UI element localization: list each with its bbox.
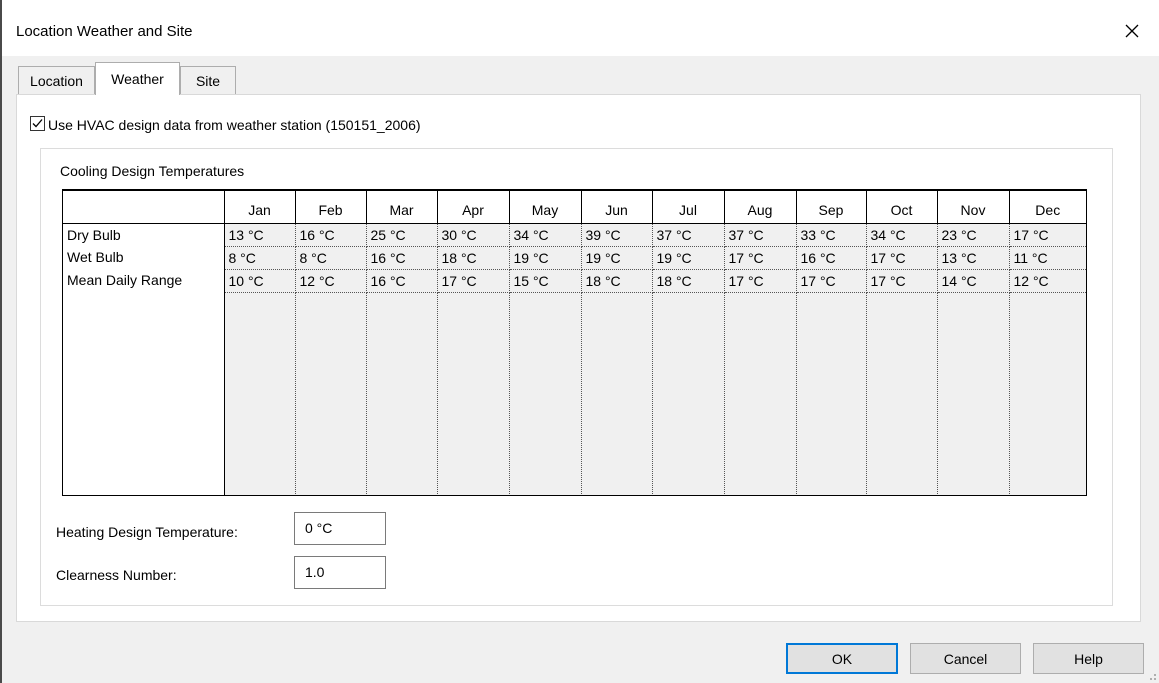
- dry-bulb-cell[interactable]: 30 °C: [437, 223, 510, 247]
- dry-bulb-cell[interactable]: 13 °C: [224, 223, 296, 247]
- use-hvac-checkbox[interactable]: [30, 116, 45, 131]
- wet-bulb-cell[interactable]: 11 °C: [1009, 246, 1086, 270]
- month-header: Aug: [724, 191, 797, 224]
- table-row: Dry Bulb 13 °C 16 °C 25 °C 30 °C 34 °C 3…: [63, 223, 1086, 247]
- dry-bulb-cell[interactable]: 39 °C: [581, 223, 653, 247]
- wet-bulb-cell[interactable]: 18 °C: [437, 246, 510, 270]
- month-header: Jan: [224, 191, 296, 224]
- mean-daily-range-cell[interactable]: 12 °C: [295, 269, 367, 293]
- dry-bulb-cell[interactable]: 17 °C: [1009, 223, 1086, 247]
- tab-location[interactable]: Location: [18, 66, 95, 94]
- wet-bulb-cell[interactable]: 19 °C: [581, 246, 653, 270]
- wet-bulb-cell[interactable]: 16 °C: [796, 246, 867, 270]
- tab-site[interactable]: Site: [180, 66, 236, 94]
- grid-empty-cell: [581, 292, 653, 495]
- month-header: Dec: [1009, 191, 1086, 224]
- month-header: Jun: [581, 191, 653, 224]
- grid-empty-rowhead: [63, 292, 225, 495]
- wet-bulb-cell[interactable]: 19 °C: [509, 246, 582, 270]
- row-label-dry-bulb: Dry Bulb: [63, 223, 225, 246]
- month-header: Oct: [866, 191, 938, 224]
- month-header: Apr: [437, 191, 510, 224]
- wet-bulb-cell[interactable]: 16 °C: [366, 246, 438, 270]
- wet-bulb-cell[interactable]: 8 °C: [224, 246, 296, 270]
- grid-empty-cell: [724, 292, 797, 495]
- month-header: Mar: [366, 191, 438, 224]
- month-header: Jul: [652, 191, 725, 224]
- use-hvac-label[interactable]: Use HVAC design data from weather statio…: [48, 117, 421, 133]
- close-button[interactable]: [1109, 10, 1155, 52]
- heating-temperature-input[interactable]: 0 °C: [294, 512, 386, 545]
- row-label-mean-daily-range: Mean Daily Range: [63, 269, 225, 292]
- mean-daily-range-cell[interactable]: 17 °C: [796, 269, 867, 293]
- table-row: Mean Daily Range 10 °C 12 °C 16 °C 17 °C…: [63, 269, 1086, 293]
- grid-empty-cell: [509, 292, 582, 495]
- dry-bulb-cell[interactable]: 37 °C: [652, 223, 725, 247]
- mean-daily-range-cell[interactable]: 10 °C: [224, 269, 296, 293]
- mean-daily-range-cell[interactable]: 16 °C: [366, 269, 438, 293]
- ok-button[interactable]: OK: [786, 643, 898, 674]
- clearness-number-label: Clearness Number:: [56, 567, 177, 583]
- dry-bulb-cell[interactable]: 34 °C: [866, 223, 938, 247]
- grid-corner-cell: [63, 191, 225, 224]
- mean-daily-range-cell[interactable]: 17 °C: [724, 269, 797, 293]
- grid-empty-cell: [1009, 292, 1086, 495]
- grid-empty-cell: [224, 292, 296, 495]
- grid-empty-area: [63, 292, 1086, 495]
- wet-bulb-cell[interactable]: 17 °C: [866, 246, 938, 270]
- table-row: Wet Bulb 8 °C 8 °C 16 °C 18 °C 19 °C 19 …: [63, 246, 1086, 270]
- month-header: Nov: [937, 191, 1010, 224]
- wet-bulb-cell[interactable]: 13 °C: [937, 246, 1010, 270]
- cooling-group-title: Cooling Design Temperatures: [60, 163, 245, 179]
- grid-empty-cell: [937, 292, 1010, 495]
- dry-bulb-cell[interactable]: 16 °C: [295, 223, 367, 247]
- checkmark-icon: [32, 119, 43, 128]
- window-left-border: [0, 0, 2, 683]
- wet-bulb-cell[interactable]: 8 °C: [295, 246, 367, 270]
- mean-daily-range-cell[interactable]: 14 °C: [937, 269, 1010, 293]
- mean-daily-range-cell[interactable]: 17 °C: [437, 269, 510, 293]
- tab-weather[interactable]: Weather: [95, 62, 180, 95]
- mean-daily-range-cell[interactable]: 17 °C: [866, 269, 938, 293]
- mean-daily-range-cell[interactable]: 15 °C: [509, 269, 582, 293]
- grid-empty-cell: [796, 292, 867, 495]
- cooling-temperature-grid[interactable]: Jan Feb Mar Apr May Jun Jul Aug Sep Oct …: [62, 189, 1087, 496]
- cancel-button[interactable]: Cancel: [910, 643, 1021, 674]
- help-button[interactable]: Help: [1033, 643, 1144, 674]
- heating-temperature-label: Heating Design Temperature:: [56, 524, 238, 540]
- month-header: May: [509, 191, 582, 224]
- grid-empty-cell: [295, 292, 367, 495]
- grid-empty-cell: [652, 292, 725, 495]
- close-icon: [1125, 24, 1139, 38]
- grid-empty-cell: [437, 292, 510, 495]
- month-header: Sep: [796, 191, 867, 224]
- month-header: Feb: [295, 191, 367, 224]
- dry-bulb-cell[interactable]: 25 °C: [366, 223, 438, 247]
- mean-daily-range-cell[interactable]: 12 °C: [1009, 269, 1086, 293]
- wet-bulb-cell[interactable]: 19 °C: [652, 246, 725, 270]
- grid-empty-cell: [866, 292, 938, 495]
- mean-daily-range-cell[interactable]: 18 °C: [581, 269, 653, 293]
- resize-grip-icon[interactable]: [1147, 671, 1157, 681]
- dry-bulb-cell[interactable]: 33 °C: [796, 223, 867, 247]
- grid-empty-cell: [366, 292, 438, 495]
- clearness-number-input[interactable]: 1.0: [294, 556, 386, 589]
- row-label-wet-bulb: Wet Bulb: [63, 246, 225, 269]
- dry-bulb-cell[interactable]: 34 °C: [509, 223, 582, 247]
- wet-bulb-cell[interactable]: 17 °C: [724, 246, 797, 270]
- dry-bulb-cell[interactable]: 37 °C: [724, 223, 797, 247]
- window-title: Location Weather and Site: [16, 23, 193, 40]
- dry-bulb-cell[interactable]: 23 °C: [937, 223, 1010, 247]
- mean-daily-range-cell[interactable]: 18 °C: [652, 269, 725, 293]
